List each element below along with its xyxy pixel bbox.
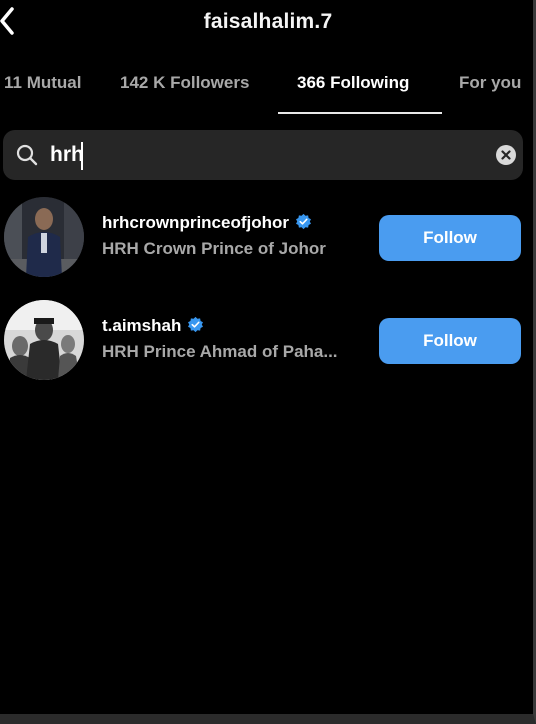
screen-frame: faisalhalim.7 11 Mutual 142 K Followers … <box>0 0 536 724</box>
tab-followers[interactable]: 142 K Followers <box>120 73 249 93</box>
text-cursor <box>81 142 83 170</box>
full-name: HRH Prince Ahmad of Paha... <box>102 342 338 361</box>
search-icon <box>16 144 38 166</box>
search-input[interactable] <box>50 140 470 170</box>
verified-badge-icon <box>188 316 204 333</box>
top-bar: faisalhalim.7 <box>0 0 536 50</box>
tab-following[interactable]: 366 Following <box>297 73 409 93</box>
avatar[interactable] <box>4 197 84 277</box>
avatar-image <box>4 300 84 380</box>
username[interactable]: hrhcrownprinceofjohor <box>102 213 312 233</box>
tab-bar: 11 Mutual 142 K Followers 366 Following … <box>0 62 536 114</box>
avatar[interactable] <box>4 300 84 380</box>
username-text: t.aimshah <box>102 316 182 335</box>
follow-button[interactable]: Follow <box>379 318 521 364</box>
clear-icon <box>501 150 511 160</box>
avatar-image <box>4 197 84 277</box>
list-item[interactable]: t.aimshah HRH Prince Ahmad of Paha... Fo… <box>0 300 536 390</box>
active-tab-indicator <box>278 112 442 114</box>
full-name: HRH Crown Prince of Johor <box>102 239 326 258</box>
list-item[interactable]: hrhcrownprinceofjohor HRH Crown Prince o… <box>0 197 536 287</box>
page-title: faisalhalim.7 <box>203 10 333 33</box>
verified-badge-icon <box>296 213 311 230</box>
tab-for-you[interactable]: For you <box>459 73 521 93</box>
clear-search-button[interactable] <box>496 145 516 165</box>
follow-button[interactable]: Follow <box>379 215 521 261</box>
tab-mutual[interactable]: 11 Mutual <box>4 73 81 93</box>
username[interactable]: t.aimshah <box>102 316 204 336</box>
username-text: hrhcrownprinceofjohor <box>102 213 289 232</box>
